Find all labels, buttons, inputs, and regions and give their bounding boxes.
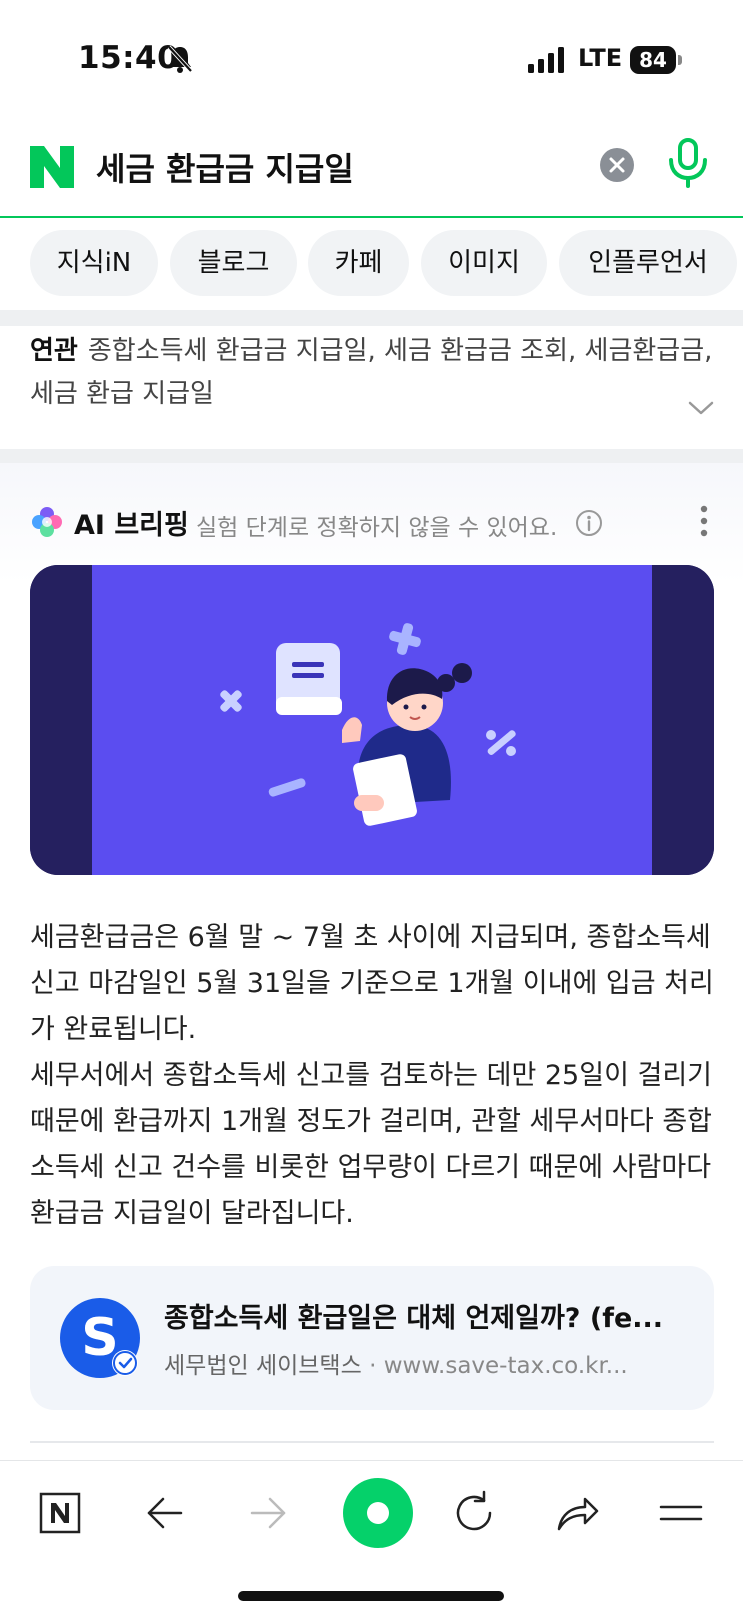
source-url: www.save-tax.co.kr... (383, 1353, 628, 1379)
ai-sparkle-icon (32, 507, 62, 537)
forward-icon[interactable] (240, 1485, 296, 1541)
green-dot-icon[interactable] (342, 1477, 414, 1549)
tab-jisikin[interactable]: 지식iN (30, 230, 158, 296)
network-label: LTE (578, 44, 623, 72)
battery-icon: 84 (630, 46, 682, 74)
source-title[interactable]: 종합소득세 환급일은 대체 언제일까? (fe... (164, 1296, 684, 1335)
source-card[interactable]: S 종합소득세 환급일은 대체 언제일까? (fe... 세무법인 세이브택스 … (30, 1266, 714, 1410)
search-tabs: 지식iN 블로그 카페 이미지 인플루언서 (0, 230, 743, 300)
battery-tip (678, 55, 682, 65)
related-searches[interactable]: 연관 종합소득세 환급금 지급일, 세금 환급금 조회, 세금환급금, 세금 환급… (30, 330, 720, 416)
menu-icon[interactable] (653, 1485, 709, 1541)
search-input[interactable]: 세금 환급금 지급일 (96, 144, 354, 190)
section-divider (0, 310, 743, 326)
home-indicator[interactable] (238, 1591, 504, 1601)
ai-answer: 세금환급금은 6월 말 ~ 7월 초 사이에 지급되며, 종합소득세 신고 마감… (30, 915, 720, 1237)
signal-icon (528, 47, 564, 73)
source-separator: · (369, 1353, 377, 1379)
battery-level: 84 (630, 46, 676, 74)
section-divider (0, 449, 743, 463)
microphone-icon[interactable] (665, 138, 711, 188)
status-bar: 15:40 LTE 84 (0, 0, 743, 120)
refresh-icon[interactable] (446, 1485, 502, 1541)
related-terms[interactable]: 종합소득세 환급금 지급일, 세금 환급금 조회, 세금환급금, 세금 환급 지… (30, 336, 712, 409)
close-icon[interactable] (600, 148, 634, 182)
tab-influencer[interactable]: 인플루언서 (559, 230, 737, 296)
ai-illustration (30, 565, 714, 875)
source-publisher: 세무법인 세이브택스 (164, 1353, 362, 1379)
related-text: 연관 종합소득세 환급금 지급일, 세금 환급금 조회, 세금환급금, 세금 환급… (30, 330, 720, 416)
ai-answer-paragraph: 세금환급금은 6월 말 ~ 7월 초 사이에 지급되며, 종합소득세 신고 마감… (30, 922, 714, 1045)
tab-blog[interactable]: 블로그 (170, 230, 297, 296)
chevron-down-icon[interactable] (686, 398, 716, 418)
search-header: 세금 환급금 지급일 (0, 120, 743, 218)
more-vertical-icon[interactable] (700, 505, 708, 537)
share-icon[interactable] (549, 1485, 605, 1541)
ai-answer-paragraph: 세무서에서 종합소득세 신고를 검토하는 데만 25일이 걸리기 때문에 환급까… (30, 1060, 713, 1229)
ai-briefing-title: AI 브리핑 (74, 510, 189, 541)
source-meta: 세무법인 세이브택스 · www.save-tax.co.kr... (164, 1346, 674, 1380)
back-icon[interactable] (137, 1485, 193, 1541)
related-label: 연관 (30, 336, 78, 366)
tab-cafe[interactable]: 카페 (308, 230, 409, 296)
verified-icon (112, 1350, 138, 1376)
naver-home-icon[interactable] (32, 1485, 88, 1541)
book-icon (276, 643, 342, 715)
ai-disclaimer: 실험 단계로 정확하지 않을 수 있어요. (196, 515, 558, 541)
ai-briefing-header: AI 브리핑 실험 단계로 정확하지 않을 수 있어요. (30, 501, 720, 541)
info-icon[interactable] (575, 509, 603, 537)
illustration-image (30, 565, 714, 875)
tab-image[interactable]: 이미지 (421, 230, 547, 296)
divider (30, 1441, 714, 1443)
status-time: 15:40 (78, 40, 180, 76)
ai-briefing: AI 브리핑 실험 단계로 정확하지 않을 수 있어요. 세금환급금은 6월 말… (0, 463, 743, 1463)
naver-logo-icon[interactable] (30, 146, 74, 188)
bell-muted-icon (167, 45, 193, 73)
